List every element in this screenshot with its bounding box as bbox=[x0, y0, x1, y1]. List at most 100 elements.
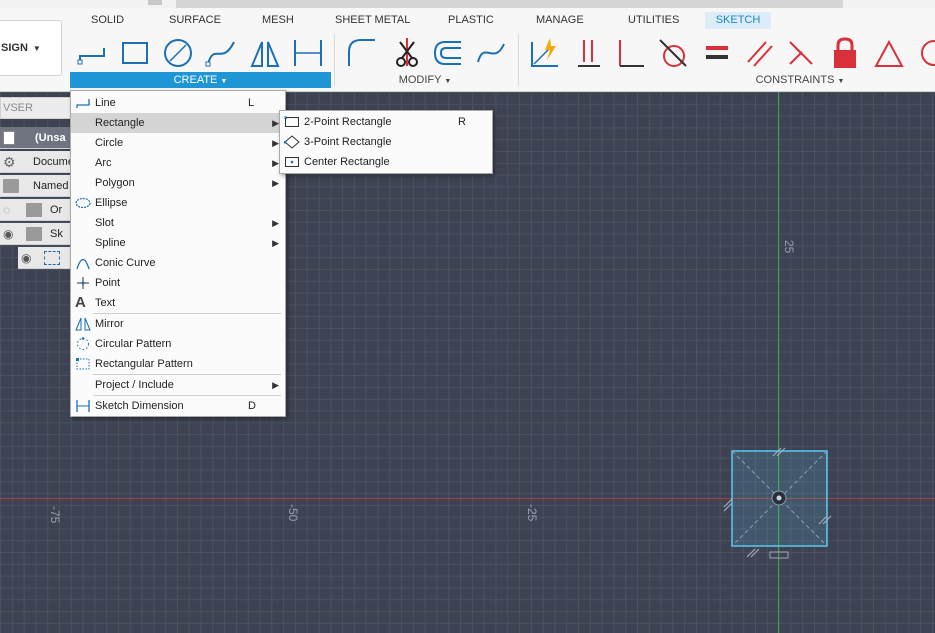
constraints-group-label: CONSTRAINTS bbox=[755, 74, 835, 86]
menu-item-label: Conic Curve bbox=[95, 257, 156, 269]
gear-icon: ⚙ bbox=[3, 153, 16, 170]
menu-item-sketch-dimension[interactable]: Sketch Dimension D bbox=[71, 396, 285, 416]
menu-item-label: Mirror bbox=[95, 318, 124, 330]
browser-row-label: Sk bbox=[50, 227, 63, 240]
menu-item-mirror[interactable]: Mirror bbox=[71, 314, 285, 334]
menu-item-label: Sketch Dimension bbox=[95, 400, 184, 412]
collinear-constraint-icon[interactable] bbox=[784, 36, 818, 70]
browser-row-sketch1[interactable]: ◉ bbox=[18, 247, 76, 269]
horizontal-vertical-constraint-icon[interactable] bbox=[572, 36, 606, 70]
browser-header: VSER bbox=[0, 97, 76, 119]
menu-item-label: Circular Pattern bbox=[95, 338, 172, 350]
tab-sketch[interactable]: SKETCH bbox=[705, 12, 771, 29]
menu-item-label: Point bbox=[95, 277, 121, 289]
tab-solid[interactable]: SOLID bbox=[85, 12, 130, 29]
browser-row-label: Or bbox=[50, 203, 63, 216]
menu-item-circle[interactable]: Circle ▶ bbox=[71, 133, 285, 153]
auto-constrain-icon[interactable] bbox=[528, 36, 562, 70]
parallel-constraint-icon[interactable] bbox=[742, 36, 776, 70]
menu-item-label: Polygon bbox=[95, 177, 135, 189]
rectangle-tool-icon[interactable] bbox=[118, 36, 152, 70]
chevron-down-icon: ▼ bbox=[444, 78, 452, 85]
chevron-down-icon: ▼ bbox=[220, 78, 228, 85]
ellipse-icon bbox=[75, 197, 91, 209]
modify-group-label: MODIFY bbox=[398, 74, 442, 86]
submenu-arrow-icon: ▶ bbox=[272, 118, 279, 128]
menu-item-rectangle[interactable]: Rectangle ▶ bbox=[71, 113, 285, 133]
rectangular-pattern-icon bbox=[76, 358, 90, 370]
toolbar-ribbon: SIGN ▼ SOLID SURFACE MESH SHEET METAL PL… bbox=[0, 8, 935, 92]
tab-surface[interactable]: SURFACE bbox=[163, 12, 227, 29]
menu-item-label: 2-Point Rectangle bbox=[304, 116, 392, 128]
tangent-constraint-icon[interactable] bbox=[656, 36, 690, 70]
eye-hidden-icon: ◌ bbox=[3, 202, 11, 217]
folder-icon bbox=[26, 202, 42, 217]
offset-tool-icon[interactable] bbox=[431, 36, 465, 70]
menu-item-2-point-rectangle[interactable]: 2-Point Rectangle R bbox=[280, 112, 492, 132]
constraints-group-button[interactable]: CONSTRAINTS ▼ bbox=[740, 72, 860, 88]
menu-item-label: Arc bbox=[95, 157, 112, 169]
chevron-down-icon: ▼ bbox=[32, 43, 41, 53]
fillet-tool-icon[interactable] bbox=[345, 36, 379, 70]
browser-row-origin[interactable]: ◌ Or bbox=[0, 199, 76, 221]
menu-item-text[interactable]: A Text bbox=[71, 293, 285, 313]
menu-item-project-include[interactable]: Project / Include ▶ bbox=[71, 375, 285, 395]
menu-item-label: Center Rectangle bbox=[304, 156, 390, 168]
menu-item-polygon[interactable]: Polygon ▶ bbox=[71, 173, 285, 193]
menu-item-circular-pattern[interactable]: Circular Pattern bbox=[71, 334, 285, 354]
menu-item-label: Line bbox=[95, 97, 116, 109]
two-point-rectangle-icon bbox=[284, 116, 299, 127]
menu-item-center-rectangle[interactable]: Center Rectangle bbox=[280, 152, 492, 172]
menu-item-spline[interactable]: Spline ▶ bbox=[71, 233, 285, 253]
submenu-arrow-icon: ▶ bbox=[272, 238, 279, 248]
tab-utilities[interactable]: UTILITIES bbox=[622, 12, 685, 29]
create-group-button[interactable]: CREATE ▼ bbox=[70, 72, 331, 88]
menu-item-slot[interactable]: Slot ▶ bbox=[71, 213, 285, 233]
menu-item-label: 3-Point Rectangle bbox=[304, 136, 392, 148]
menu-item-shortcut: L bbox=[248, 97, 255, 109]
fix-unfix-lock-icon[interactable] bbox=[828, 36, 862, 70]
eye-icon: ◉ bbox=[3, 226, 14, 241]
tab-mesh[interactable]: MESH bbox=[256, 12, 300, 29]
menu-item-line[interactable]: Line L bbox=[71, 93, 285, 113]
equal-constraint-icon[interactable] bbox=[700, 36, 734, 70]
workspace-switcher[interactable]: SIGN ▼ bbox=[0, 20, 62, 76]
menu-item-conic-curve[interactable]: Conic Curve bbox=[71, 253, 285, 273]
trim-tool-icon[interactable] bbox=[390, 36, 424, 70]
spline-tool-icon[interactable] bbox=[204, 36, 238, 70]
group-divider bbox=[518, 34, 519, 86]
menu-item-arc[interactable]: Arc ▶ bbox=[71, 153, 285, 173]
menu-item-rectangular-pattern[interactable]: Rectangular Pattern bbox=[71, 354, 285, 374]
menu-item-label: Rectangular Pattern bbox=[95, 358, 193, 370]
menu-item-ellipse[interactable]: Ellipse bbox=[71, 193, 285, 213]
concentric-constraint-icon[interactable] bbox=[914, 36, 935, 70]
sketch-dimension-tool-icon[interactable] bbox=[291, 36, 325, 70]
line-icon bbox=[76, 99, 90, 108]
browser-row-named-views[interactable]: Named V bbox=[0, 175, 76, 197]
sketch-rectangle[interactable] bbox=[715, 442, 845, 572]
tab-manage[interactable]: MANAGE bbox=[530, 12, 590, 29]
axis-label-x-neg75: -75 bbox=[48, 506, 62, 524]
browser-row-document-root[interactable]: (Unsa bbox=[0, 127, 76, 149]
browser-row-document-settings[interactable]: ⚙ Docume bbox=[0, 151, 76, 173]
submenu-arrow-icon: ▶ bbox=[272, 178, 279, 188]
menu-item-point[interactable]: Point bbox=[71, 273, 285, 293]
extend-curve-tool-icon[interactable] bbox=[474, 36, 508, 70]
tab-plastic[interactable]: PLASTIC bbox=[442, 12, 500, 29]
create-dropdown-menu: Line L Rectangle ▶ Circle ▶ Arc ▶ Polygo… bbox=[70, 90, 286, 417]
browser-row-sketches[interactable]: ◉ Sk bbox=[0, 223, 76, 245]
tab-sheet-metal[interactable]: SHEET METAL bbox=[329, 12, 416, 29]
menu-item-3-point-rectangle[interactable]: 3-Point Rectangle bbox=[280, 132, 492, 152]
menu-item-label: Spline bbox=[95, 237, 126, 249]
mirror-tool-icon[interactable] bbox=[248, 36, 282, 70]
perpendicular-constraint-icon[interactable] bbox=[614, 36, 648, 70]
line-tool-icon[interactable] bbox=[76, 36, 110, 70]
point-icon bbox=[77, 277, 89, 289]
modify-group-button[interactable]: MODIFY ▼ bbox=[390, 72, 460, 88]
circle-tool-icon[interactable] bbox=[161, 36, 195, 70]
folder-icon bbox=[26, 226, 42, 241]
submenu-arrow-icon: ▶ bbox=[272, 138, 279, 148]
text-icon: A bbox=[75, 294, 86, 311]
midpoint-constraint-icon[interactable] bbox=[872, 36, 906, 70]
circular-pattern-icon bbox=[77, 337, 89, 350]
